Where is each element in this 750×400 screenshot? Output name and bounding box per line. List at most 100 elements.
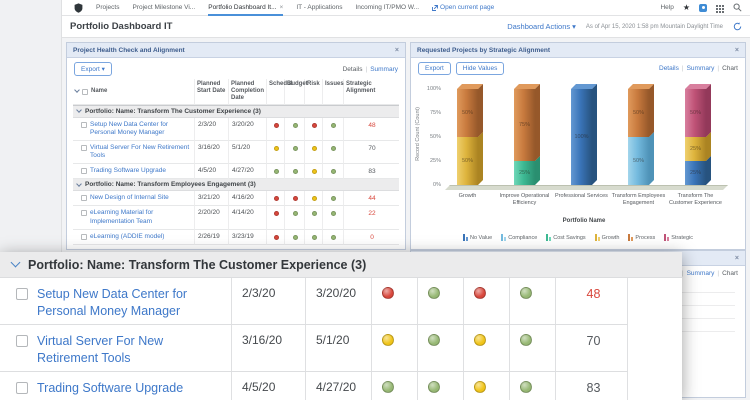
- segment-value-label: 75%: [518, 122, 530, 128]
- column-header-risk[interactable]: Risk: [305, 79, 323, 105]
- export-button[interactable]: Export ▾: [74, 62, 112, 76]
- export-button[interactable]: Export: [418, 62, 451, 75]
- legend-item-cost-savings[interactable]: Cost Savings: [546, 234, 586, 241]
- chart-bar-segment[interactable]: 50%: [628, 84, 654, 137]
- status-circle-green: [292, 211, 298, 217]
- legend-item-no-value[interactable]: No Value: [463, 234, 492, 241]
- legend-item-process[interactable]: Process: [628, 234, 655, 241]
- legend-label: Compliance: [508, 235, 538, 241]
- y-tick-label: 25%: [429, 158, 441, 164]
- view-link-chart[interactable]: Chart: [722, 270, 738, 277]
- chart-bar-segment[interactable]: 50%: [685, 84, 711, 137]
- segment-value-label: 50%: [461, 158, 473, 164]
- row-checkbox[interactable]: [81, 168, 87, 175]
- project-link[interactable]: Trading Software Upgrade: [37, 380, 183, 397]
- chart-bar-segment[interactable]: 50%: [457, 84, 483, 137]
- project-link[interactable]: Trading Software Upgrade: [90, 167, 166, 175]
- row-checkbox[interactable]: [81, 121, 87, 128]
- project-link[interactable]: eLearning Material for Implementation Te…: [90, 209, 192, 225]
- column-header-budget[interactable]: Budget: [285, 79, 308, 105]
- project-link[interactable]: New Design of Internal Site: [90, 194, 169, 202]
- row-checkbox[interactable]: [81, 195, 87, 202]
- row-checkbox[interactable]: [81, 210, 87, 217]
- project-link[interactable]: Virtual Server For New Retirement Tools: [90, 144, 192, 160]
- select-all-checkbox[interactable]: [82, 88, 88, 95]
- table-row: Trading Software Upgrade 4/5/20 4/27/20 83: [73, 164, 399, 180]
- status-circle-red: [474, 287, 486, 299]
- open-current-page-link[interactable]: Open current page: [432, 4, 494, 11]
- column-header-schedule[interactable]: Schedul: [267, 79, 292, 105]
- help-link[interactable]: Help: [660, 4, 673, 11]
- column-header-issues[interactable]: Issues: [323, 79, 344, 105]
- column-header-strategic-alignment[interactable]: Strategic Alignment: [344, 79, 399, 105]
- legend-label: Process: [635, 235, 656, 241]
- close-icon[interactable]: ×: [395, 47, 399, 54]
- planned-completion-cell: 3/20/20: [229, 117, 267, 141]
- segment-side-face: [706, 156, 711, 185]
- view-link-summary[interactable]: Summary: [687, 65, 715, 72]
- project-link[interactable]: Setup New Data Center for Personal Money…: [90, 121, 192, 137]
- search-icon[interactable]: [733, 3, 742, 12]
- status-circle-green: [331, 196, 336, 202]
- status-circle-yellow: [474, 333, 486, 346]
- row-checkbox[interactable]: [81, 144, 87, 151]
- chart-bar-segment[interactable]: 25%: [514, 156, 540, 185]
- close-icon[interactable]: ×: [735, 255, 739, 262]
- table-row: eLearning (ADDIE model) 2/26/19 3/23/19 0: [73, 229, 399, 245]
- view-link-summary[interactable]: Summary: [370, 66, 398, 73]
- nav-tab[interactable]: Portfolio Dashboard It... ×: [208, 0, 284, 16]
- row-checkbox[interactable]: [16, 334, 28, 347]
- chart-bar-segment[interactable]: 75%: [514, 84, 540, 161]
- issues-status-cell: [323, 140, 344, 165]
- status-circle-green: [273, 169, 279, 175]
- nav-tab[interactable]: Projects: [96, 0, 119, 16]
- refresh-icon[interactable]: [733, 22, 742, 31]
- risk-status-cell: [305, 206, 323, 230]
- portfolio-group-header[interactable]: Portfolio: Name: Transform The Customer …: [0, 252, 682, 278]
- legend-item-growth[interactable]: Growth: [594, 234, 619, 241]
- view-link-summary[interactable]: Summary: [687, 270, 715, 277]
- view-link-details[interactable]: Details: [659, 65, 679, 72]
- project-link[interactable]: Virtual Server For New Retirement Tools: [37, 333, 225, 367]
- planned-start-cell: 3/21/20: [195, 191, 229, 207]
- legend-item-strategic[interactable]: Strategic: [664, 234, 693, 241]
- name-cell: Virtual Server For New Retirement Tools: [73, 140, 195, 165]
- chart-bar-segment[interactable]: 50%: [457, 132, 483, 185]
- nav-tab[interactable]: Incoming IT/PMO W...: [355, 0, 419, 16]
- dashboard-actions-button[interactable]: Dashboard Actions ▾: [507, 22, 576, 31]
- x-category-label: Improve Operational Efficiency: [499, 193, 550, 206]
- status-circle-green: [292, 234, 298, 240]
- row-checkbox[interactable]: [16, 381, 28, 394]
- nav-tab[interactable]: IT - Applications: [296, 0, 342, 16]
- view-link-details[interactable]: Details: [343, 66, 363, 73]
- column-header-name[interactable]: Name: [91, 88, 107, 95]
- portfolio-group-header[interactable]: Portfolio: Name: Transform The Customer …: [73, 105, 399, 118]
- name-cell: Virtual Server For New Retirement Tools: [0, 324, 232, 371]
- health-table: Name Planned Start Date Planned Completi…: [73, 79, 399, 245]
- view-link-chart[interactable]: Chart: [722, 65, 738, 72]
- chart-bar-segment[interactable]: 50%: [628, 132, 654, 185]
- row-checkbox[interactable]: [16, 288, 28, 300]
- chart-bar-segment[interactable]: 25%: [685, 132, 711, 161]
- app-logo-icon[interactable]: [74, 2, 83, 13]
- chart-bar-segment[interactable]: 100%: [571, 84, 597, 185]
- column-header-planned-completion[interactable]: Planned Completion Date: [229, 79, 267, 105]
- legend-item-compliance[interactable]: Compliance: [501, 234, 537, 241]
- column-header-planned-start[interactable]: Planned Start Date: [195, 79, 229, 105]
- app-grid-icon[interactable]: [716, 4, 718, 7]
- row-checkbox[interactable]: [81, 233, 87, 240]
- chat-icon[interactable]: [699, 3, 707, 12]
- planned-start-cell: 2/3/20: [232, 278, 306, 324]
- segment-value-label: 50%: [632, 110, 644, 116]
- hide-values-button[interactable]: Hide Values: [455, 62, 505, 75]
- nav-tab[interactable]: Project Milestone Vi...: [132, 0, 195, 16]
- chart-bar-segment[interactable]: 25%: [685, 156, 711, 185]
- tab-close-icon[interactable]: ×: [280, 4, 284, 11]
- project-link[interactable]: eLearning (ADDIE model): [90, 233, 164, 241]
- project-link[interactable]: Setup New Data Center for Personal Money…: [37, 286, 225, 320]
- close-icon[interactable]: ×: [735, 47, 739, 54]
- chevron-down-icon[interactable]: [74, 87, 80, 94]
- portfolio-group-header[interactable]: Portfolio: Name: Transform Employees Eng…: [73, 179, 399, 192]
- favorites-star-icon[interactable]: ★: [683, 3, 690, 12]
- chart-legend: No Value Compliance Cost Savings Growth Proc…: [411, 234, 745, 241]
